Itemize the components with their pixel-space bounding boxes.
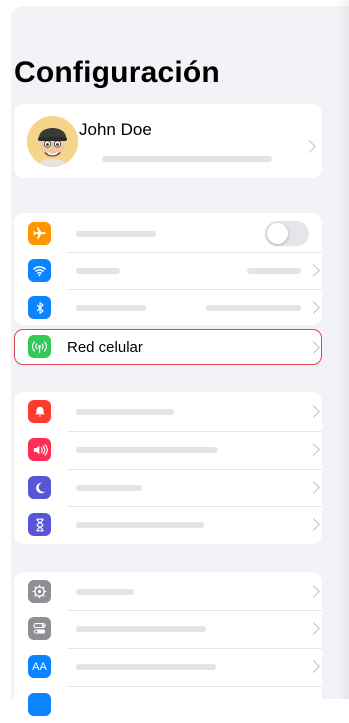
toggle-knob (267, 223, 288, 244)
airplane-label-placeholder (76, 231, 156, 237)
moon-icon (28, 476, 51, 499)
bluetooth-row[interactable] (14, 289, 322, 326)
screen-time-row[interactable] (14, 506, 322, 543)
gear-icon (28, 580, 51, 603)
chevron-right-icon (307, 341, 320, 354)
row-divider (67, 686, 322, 687)
partial-icon (28, 693, 51, 716)
page-title: Configuración (14, 56, 220, 89)
hourglass-icon (28, 513, 51, 536)
chevron-right-icon (307, 622, 320, 635)
row-divider (67, 648, 322, 649)
connectivity-group (14, 213, 322, 325)
chevron-right-icon (307, 518, 320, 531)
chevron-right-icon (307, 264, 320, 277)
notifications-label-placeholder (76, 409, 174, 415)
profile-name: John Doe (79, 120, 152, 139)
antenna-icon (28, 335, 51, 358)
row-divider (67, 610, 322, 611)
screen-edge (336, 0, 349, 699)
bell-icon (28, 400, 51, 423)
profile-card[interactable] (14, 104, 322, 178)
airplane-mode-row[interactable] (14, 215, 322, 252)
screen-time-label-placeholder (76, 522, 204, 528)
bluetooth-value-placeholder (206, 305, 301, 311)
chevron-right-icon (307, 660, 320, 673)
chevron-right-icon (307, 301, 320, 314)
wifi-value-placeholder (247, 268, 301, 274)
row-divider (67, 431, 322, 432)
row-divider (67, 469, 322, 470)
control-center-row[interactable] (14, 610, 322, 647)
row-divider (67, 252, 322, 253)
general-label-placeholder (76, 589, 134, 595)
bluetooth-label-placeholder (76, 305, 146, 311)
row-divider (67, 506, 322, 507)
cellular-network-label: Red celular (67, 339, 143, 356)
cellular-network-row[interactable]: Red celular (14, 329, 322, 365)
text-size-icon: AA (28, 655, 51, 678)
wifi-icon (28, 259, 51, 282)
focus-label-placeholder (76, 485, 142, 491)
display-label-placeholder (76, 664, 216, 670)
focus-row[interactable] (14, 469, 322, 506)
general-row[interactable] (14, 573, 322, 610)
memoji-avatar-icon (27, 116, 78, 167)
chevron-right-icon (307, 443, 320, 456)
sounds-row[interactable] (14, 431, 322, 468)
wifi-row[interactable] (14, 252, 322, 289)
chevron-right-icon (307, 585, 320, 598)
control-center-label-placeholder (76, 626, 206, 632)
text-size-glyph: AA (32, 660, 47, 673)
speaker-icon (28, 438, 51, 461)
notifications-group (14, 392, 322, 544)
profile-subtitle-placeholder (102, 156, 272, 162)
chevron-right-icon (307, 405, 320, 418)
chevron-right-icon (307, 481, 320, 494)
sounds-label-placeholder (76, 447, 218, 453)
notifications-row[interactable] (14, 393, 322, 430)
general-group: AA (14, 572, 322, 716)
bluetooth-icon (28, 296, 51, 319)
airplane-icon (28, 222, 51, 245)
chevron-right-icon (303, 140, 316, 153)
toggles-icon (28, 617, 51, 640)
wifi-label-placeholder (76, 268, 120, 274)
next-row-partial[interactable] (14, 686, 322, 723)
display-row[interactable]: AA (14, 648, 322, 685)
avatar (27, 116, 78, 167)
row-divider (67, 289, 322, 290)
airplane-toggle[interactable] (265, 221, 309, 246)
